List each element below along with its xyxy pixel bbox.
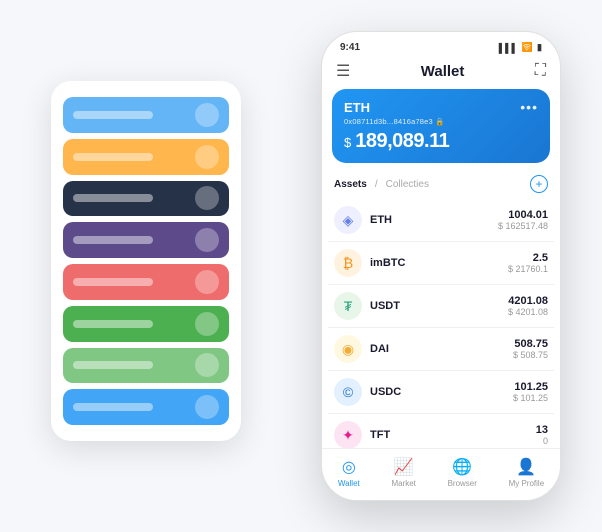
tab-collecties[interactable]: Collecties [386,179,429,190]
tft-usd: 0 [536,436,548,446]
page-title: Wallet [421,63,465,80]
asset-row-eth[interactable]: ◈ ETH1004.01$ 162517.48 [328,199,554,242]
add-asset-button[interactable]: + [530,175,548,193]
eth-address: 0x08711d3b...8416a78e3 🔒 [344,117,538,126]
usdt-name: USDT [370,300,508,312]
dai-name: DAI [370,343,513,355]
back-card-4[interactable] [63,264,229,300]
asset-row-tft[interactable]: ✦ TFT130 [328,414,554,448]
dai-amount: 508.75 [513,338,548,350]
nav-item-wallet[interactable]: ◎ Wallet [338,457,360,488]
imbtc-amount: 2.5 [508,252,548,264]
nav-item-browser[interactable]: 🌐 Browser [448,457,477,488]
nav-label-wallet: Wallet [338,479,360,488]
dai-usd: $ 508.75 [513,350,548,360]
balance-symbol: $ [344,135,351,150]
back-card-7[interactable] [63,389,229,425]
asset-row-usdt[interactable]: ₮ USDT4201.08$ 4201.08 [328,285,554,328]
nav-item-profile[interactable]: 👤 My Profile [509,457,545,488]
eth-values: 1004.01$ 162517.48 [498,209,548,231]
eth-amount: 1004.01 [498,209,548,221]
back-card-0[interactable] [63,97,229,133]
tft-values: 130 [536,424,548,446]
wifi-icon: 🛜 [522,42,533,53]
nav-icon-browser: 🌐 [452,457,472,477]
time: 9:41 [340,42,360,53]
expand-icon[interactable]: ⛶ [535,62,546,80]
usdc-usd: $ 101.25 [513,393,548,403]
eth-name: ETH [370,214,498,226]
tft-amount: 13 [536,424,548,436]
back-card-5[interactable] [63,306,229,342]
phone-device: 9:41 ▌▌▌ 🛜 ▮ ☰ Wallet ⛶ ETH ••• 0x08711d… [321,31,561,501]
usdt-values: 4201.08$ 4201.08 [508,295,548,317]
status-icons: ▌▌▌ 🛜 ▮ [499,42,542,53]
usdc-values: 101.25$ 101.25 [513,381,548,403]
tft-name: TFT [370,429,536,441]
tft-icon: ✦ [334,421,362,448]
usdt-usd: $ 4201.08 [508,307,548,317]
more-icon[interactable]: ••• [520,99,538,115]
dai-icon: ◉ [334,335,362,363]
imbtc-name: imBTC [370,257,508,269]
asset-row-imbtc[interactable]: ₿ imBTC2.5$ 21760.1 [328,242,554,285]
usdc-icon: © [334,378,362,406]
usdt-icon: ₮ [334,292,362,320]
nav-icon-wallet: ◎ [342,457,356,477]
eth-usd: $ 162517.48 [498,221,548,231]
nav-item-market[interactable]: 📈 Market [391,457,415,488]
dai-values: 508.75$ 508.75 [513,338,548,360]
nav-icon-profile: 👤 [516,457,536,477]
tab-divider: / [375,179,378,190]
imbtc-values: 2.5$ 21760.1 [508,252,548,274]
status-bar: 9:41 ▌▌▌ 🛜 ▮ [322,32,560,57]
tab-assets[interactable]: Assets [334,179,367,190]
nav-label-market: Market [391,479,415,488]
eth-balance: 189,089.11 [355,130,449,153]
eth-token-label: ETH [344,100,370,115]
card-panel [51,81,241,441]
battery-icon: ▮ [537,42,542,53]
imbtc-usd: $ 21760.1 [508,264,548,274]
back-card-6[interactable] [63,348,229,384]
asset-list: ◈ ETH1004.01$ 162517.48 ₿ imBTC2.5$ 21760.1… [322,199,560,448]
back-card-1[interactable] [63,139,229,175]
eth-card[interactable]: ETH ••• 0x08711d3b...8416a78e3 🔒 $ 189,0… [332,89,550,163]
assets-header: Assets / Collecties + [322,173,560,199]
back-card-3[interactable] [63,222,229,258]
bottom-nav: ◎ Wallet 📈 Market 🌐 Browser 👤 My Profile [322,448,560,500]
menu-icon[interactable]: ☰ [336,61,350,81]
nav-label-browser: Browser [448,479,477,488]
usdc-name: USDC [370,386,513,398]
asset-row-usdc[interactable]: © USDC101.25$ 101.25 [328,371,554,414]
phone-header: ☰ Wallet ⛶ [322,57,560,89]
usdt-amount: 4201.08 [508,295,548,307]
nav-label-profile: My Profile [509,479,545,488]
assets-tabs: Assets / Collecties [334,179,429,190]
usdc-amount: 101.25 [513,381,548,393]
back-card-2[interactable] [63,181,229,217]
scene: 9:41 ▌▌▌ 🛜 ▮ ☰ Wallet ⛶ ETH ••• 0x08711d… [31,21,571,511]
eth-icon: ◈ [334,206,362,234]
nav-icon-market: 📈 [394,457,414,477]
signal-icon: ▌▌▌ [499,43,518,53]
imbtc-icon: ₿ [334,249,362,277]
asset-row-dai[interactable]: ◉ DAI508.75$ 508.75 [328,328,554,371]
